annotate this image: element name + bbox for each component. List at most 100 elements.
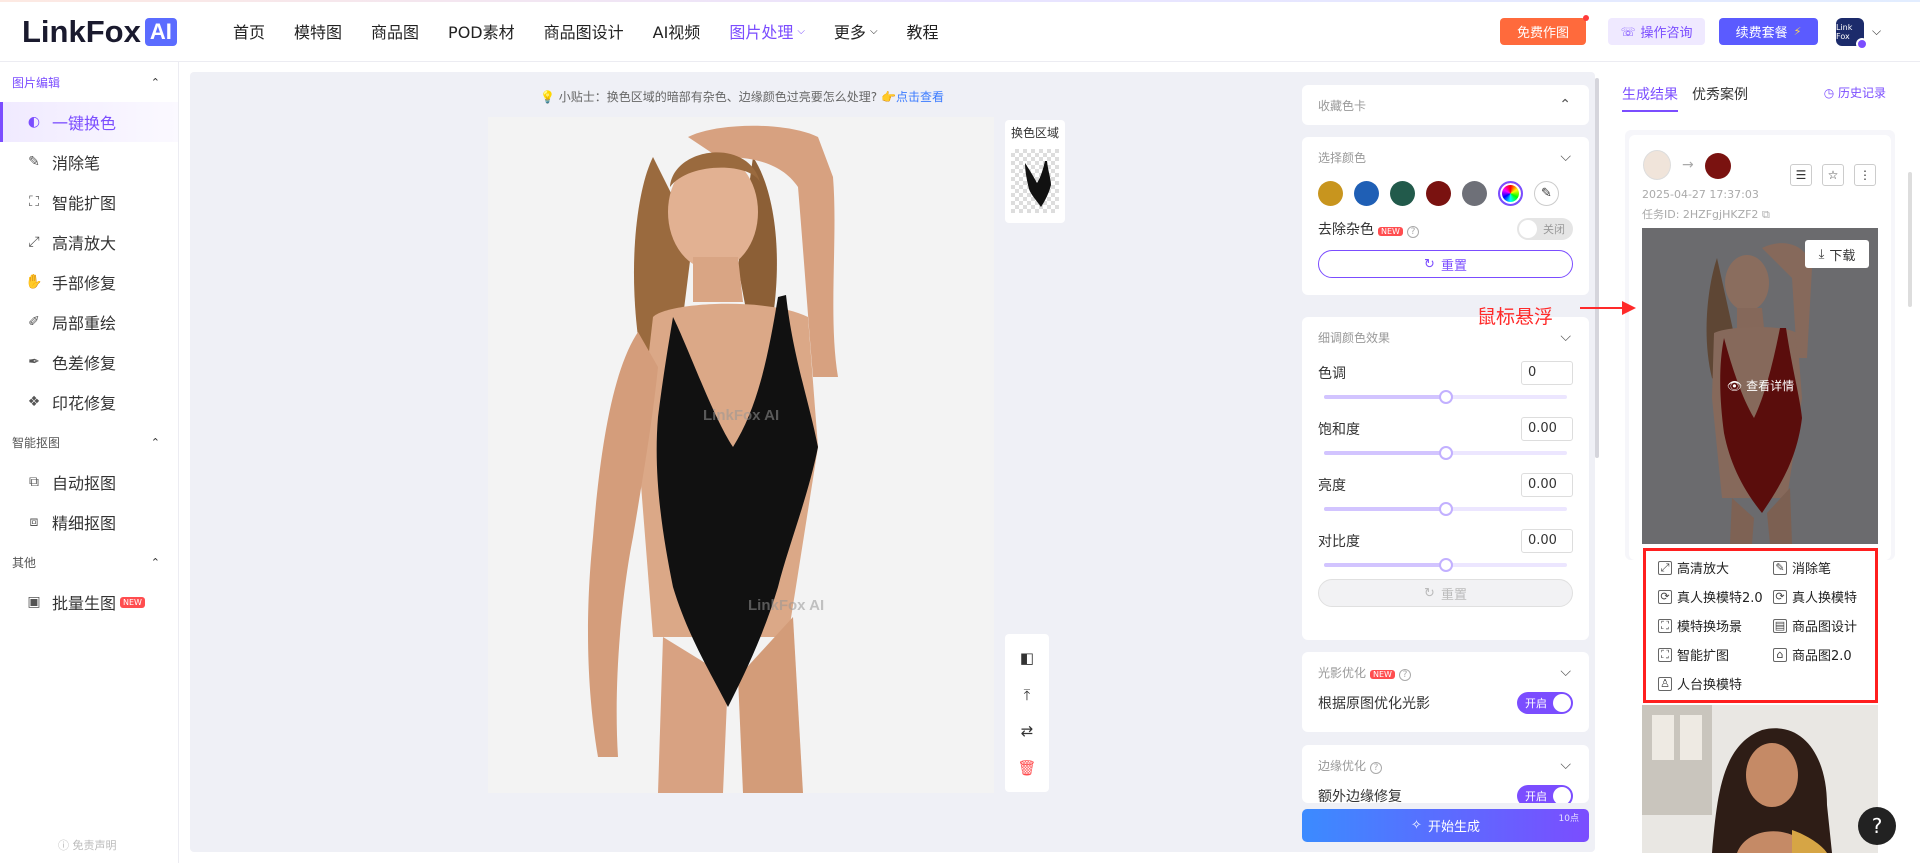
fine-control-slider[interactable] [1324,446,1567,460]
more-icon[interactable]: ⋮ [1854,164,1876,186]
tab-results[interactable]: 生成结果 [1622,84,1678,112]
generate-button[interactable]: ✧ 开始生成 10点 [1302,809,1589,842]
fine-control-input[interactable]: 0.00 [1521,529,1573,553]
sidebar-item-color-fix[interactable]: ✒ 色差修复 [0,342,178,382]
nav-image-processing[interactable]: 图片处理 ⌵ [729,19,805,43]
sidebar-item-batch[interactable]: ▣ 批量生图 NEW [0,582,178,622]
view-detail-link[interactable]: 👁 查看详情 [1727,377,1794,394]
help-button[interactable]: ? [1858,807,1896,845]
sidebar-group-title: 智能抠图 [12,435,61,450]
sidebar-item-print-fix[interactable]: ❖ 印花修复 [0,382,178,422]
consult-label: 操作咨询 [1640,26,1693,41]
fine-control-input[interactable]: 0 [1521,361,1573,385]
reset-color-button[interactable]: ↻ 重置 [1318,250,1573,278]
tip-link[interactable]: 点击查看 [896,90,944,104]
nav-pod[interactable]: POD素材 [448,19,515,43]
settings-sliders-icon[interactable]: ☰ [1790,164,1812,186]
results-scrollbar[interactable] [1908,172,1912,307]
renew-button[interactable]: 续费套餐 ⚡ [1719,18,1818,45]
menu-item[interactable]: ⟳ 真人换模特 [1773,586,1888,607]
swatch-green[interactable] [1390,181,1415,206]
swatch-gray[interactable] [1462,181,1487,206]
copy-icon[interactable]: ⧉ [1762,208,1770,221]
trash-icon[interactable]: 🗑 [1016,757,1038,779]
help-icon[interactable]: ? [1370,761,1383,774]
light-header[interactable]: 光影优化 NEW? ⌵ [1302,652,1589,692]
sidebar-item-fine-cutout[interactable]: ⧈ 精细抠图 [0,502,178,542]
slider-thumb[interactable] [1438,558,1453,572]
nav-more[interactable]: 更多 ⌵ [834,19,878,43]
edge-toggle[interactable]: 开启 [1517,785,1573,803]
remove-noise-toggle[interactable]: 关闭 [1517,218,1573,240]
swatch-blue[interactable] [1354,181,1379,206]
logo[interactable]: LinkFox AI [22,14,177,50]
hover-annotation: 鼠标悬浮 [1477,306,1554,328]
sidebar-item-inpaint[interactable]: ✐ 局部重绘 [0,302,178,342]
mask-preview-card[interactable]: 换色区域 [1005,120,1065,223]
compare-icon[interactable]: ◧ [1016,647,1038,669]
chevron-down-icon[interactable]: ⌵ [1872,24,1881,39]
sidebar-item-upscale[interactable]: ⤢ 高清放大 [0,222,178,262]
swatch-gold[interactable] [1318,181,1343,206]
menu-item[interactable]: ▤ 商品图设计 [1773,615,1888,636]
menu-item[interactable]: ⛶ 智能扩图 [1658,644,1773,665]
slider-thumb[interactable] [1438,502,1453,516]
menu-item[interactable]: ⟳ 真人换模特2.0 [1658,586,1773,607]
chevron-down-icon: ⌵ [797,25,805,37]
sidebar-group-image-edit[interactable]: 图片编辑 ⌃ [0,62,178,102]
menu-item[interactable]: ⛶ 模特换场景 [1658,615,1773,636]
fine-control-slider[interactable] [1324,558,1567,572]
eyedropper-icon[interactable]: ✎ [1534,181,1559,206]
eye-icon: 👁 [1727,379,1747,393]
download-button[interactable]: ⤓ 下载 [1805,240,1869,268]
select-color-header[interactable]: 选择颜色 ⌵ [1302,137,1589,177]
menu-item[interactable]: ⤢ 高清放大 [1658,557,1773,578]
sidebar-item-color-swap[interactable]: ◐ 一键换色 [0,102,178,142]
slider-thumb[interactable] [1438,446,1453,460]
tab-showcase[interactable]: 优秀案例 [1692,84,1748,112]
edge-header[interactable]: 边缘优化? ⌵ [1302,745,1589,785]
nav-model-image[interactable]: 模特图 [294,19,342,43]
sidebar-group-cutout[interactable]: 智能抠图 ⌃ [0,422,178,462]
free-draw-button[interactable]: 免费作图 [1500,15,1589,45]
watermark: LinkFox AI [748,597,825,614]
fine-control-input[interactable]: 0.00 [1521,473,1573,497]
consult-button[interactable]: ☏ 操作咨询 [1608,18,1705,45]
fine-control-input[interactable]: 0.00 [1521,417,1573,441]
history-link[interactable]: ◷ 历史记录 [1824,84,1886,101]
card-actions: ☰ ☆ ⋮ [1790,164,1886,186]
help-icon[interactable]: ? [1406,226,1419,238]
sidebar-item-hand-fix[interactable]: ✋ 手部修复 [0,262,178,302]
star-icon[interactable]: ☆ [1822,164,1844,186]
fine-control-slider[interactable] [1324,502,1567,516]
nav-tutorial[interactable]: 教程 [907,19,939,43]
fine-control-slider[interactable] [1324,390,1567,404]
nav-product-image[interactable]: 商品图 [371,19,419,43]
settings-scrollbar[interactable] [1595,78,1599,458]
sidebar-item-eraser[interactable]: ✎ 消除笔 [0,142,178,182]
help-icon[interactable]: ? [1398,668,1411,681]
upload-icon[interactable]: ⤒ [1016,684,1038,706]
results-tabs: 生成结果 优秀案例 [1622,84,1762,112]
second-result-image[interactable] [1642,705,1878,853]
menu-item[interactable]: ♙ 人台换模特 [1658,673,1773,694]
image-canvas[interactable]: LinkFox AI LinkFox AI [488,117,994,793]
avatar[interactable]: Link Fox [1836,18,1868,50]
swatch-maroon[interactable] [1426,181,1451,206]
nav-home[interactable]: 首页 [233,19,265,43]
sidebar-group-other[interactable]: 其他 ⌃ [0,542,178,582]
replace-icon[interactable]: ⇄ [1016,720,1038,742]
collect-header[interactable]: 收藏色卡 ⌃ [1302,85,1589,125]
light-toggle[interactable]: 开启 [1517,692,1573,714]
disclaimer-link[interactable]: ⓘ 免责声明 [58,837,117,853]
slider-thumb[interactable] [1438,390,1453,404]
sidebar-item-auto-cutout[interactable]: ⧉ 自动抠图 [0,462,178,502]
nav-ai-video[interactable]: AI视频 [653,19,701,43]
menu-item[interactable]: ⌂ 商品图2.0 [1773,644,1888,665]
menu-item[interactable]: ✎ 消除笔 [1773,557,1888,578]
sidebar-item-expand[interactable]: ⛶ 智能扩图 [0,182,178,222]
nav-product-design[interactable]: 商品图设计 [544,19,624,43]
batch-image-icon: ▣ [27,594,41,610]
reset-fine-button[interactable]: ↻ 重置 [1318,579,1573,607]
custom-color-swatch[interactable] [1498,181,1523,206]
